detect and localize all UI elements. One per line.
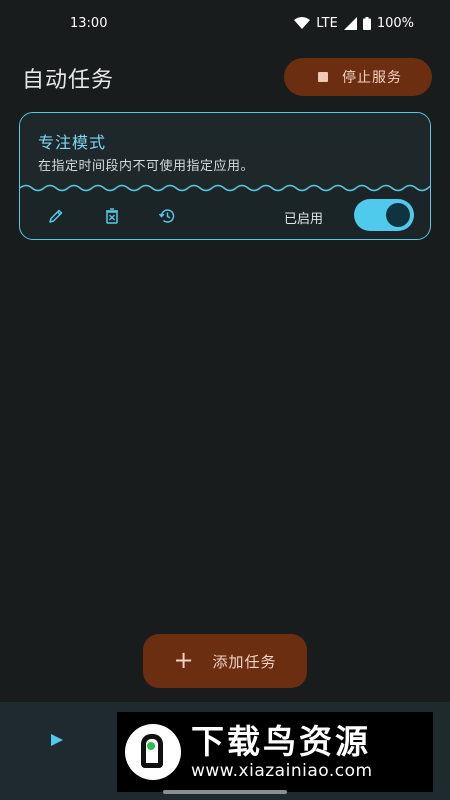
play-icon[interactable]: [50, 733, 64, 747]
enabled-toggle[interactable]: [354, 199, 414, 231]
stop-icon: [318, 72, 328, 82]
wifi-icon: [294, 17, 311, 29]
wave-divider: [20, 184, 430, 192]
task-actions: 已启用: [20, 199, 430, 233]
watermark-title: 下载鸟资源: [191, 722, 371, 761]
watermark: 下载鸟资源 www.xiazainiao.com: [117, 712, 433, 792]
watermark-logo: [125, 724, 181, 780]
enabled-label: 已启用: [284, 212, 324, 227]
edit-icon[interactable]: [46, 206, 66, 226]
stop-service-button[interactable]: 停止服务: [284, 58, 432, 96]
add-task-button[interactable]: + 添加任务: [143, 634, 307, 688]
battery-level: 100%: [376, 15, 414, 31]
status-icons: LTE 100%: [294, 16, 414, 31]
history-icon[interactable]: [157, 206, 177, 226]
add-task-label: 添加任务: [212, 652, 277, 671]
status-bar: 13:00 LTE 100%: [0, 0, 450, 46]
signal-icon: [343, 16, 357, 30]
task-card-header: 专注模式 在指定时间段内不可使用指定应用。: [20, 113, 430, 189]
task-card[interactable]: 专注模式 在指定时间段内不可使用指定应用。 已启用: [19, 112, 431, 240]
status-time: 13:00: [70, 15, 108, 31]
page-title: 自动任务: [22, 68, 115, 93]
watermark-text: 下载鸟资源 www.xiazainiao.com: [191, 722, 373, 782]
task-title: 专注模式: [38, 133, 107, 152]
watermark-url: www.xiazainiao.com: [191, 761, 373, 781]
stop-service-label: 停止服务: [342, 70, 402, 86]
home-indicator[interactable]: [163, 790, 287, 794]
network-type: LTE: [316, 15, 338, 31]
task-description: 在指定时间段内不可使用指定应用。: [38, 159, 255, 174]
toggle-knob: [386, 203, 410, 227]
delete-icon[interactable]: [102, 206, 122, 226]
battery-icon: [362, 16, 371, 30]
plus-icon: +: [173, 646, 195, 674]
